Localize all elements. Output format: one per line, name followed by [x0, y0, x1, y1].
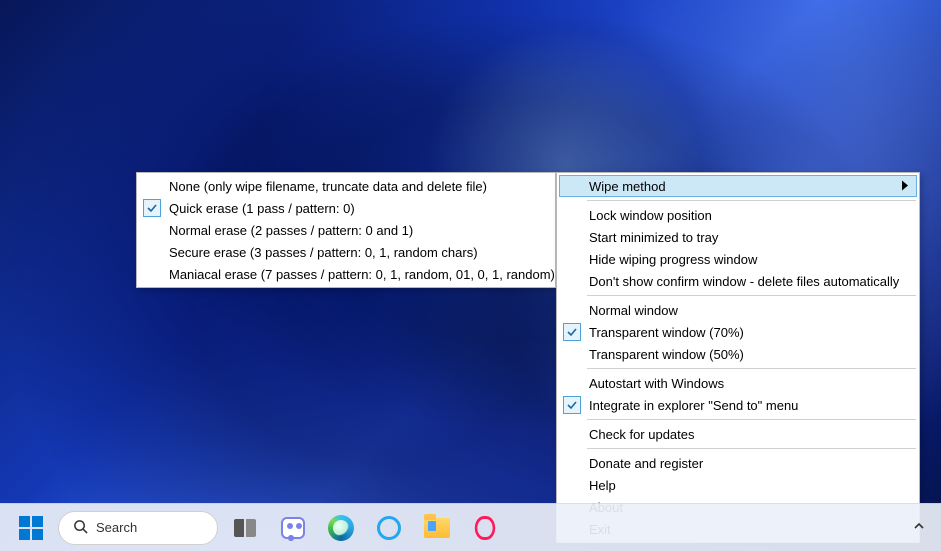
- menu-item-label: Normal erase (2 passes / pattern: 0 and …: [169, 223, 413, 238]
- tray-overflow-button[interactable]: [913, 520, 925, 535]
- wipe-option-quick[interactable]: Quick erase (1 pass / pattern: 0): [139, 197, 553, 219]
- menu-separator: [587, 419, 916, 420]
- checkmark-icon: [563, 323, 581, 341]
- menu-separator: [587, 448, 916, 449]
- menu-item-label: Transparent window (50%): [589, 347, 744, 362]
- menu-separator: [587, 368, 916, 369]
- check-slot: [143, 243, 161, 261]
- cortana-icon: [377, 516, 401, 540]
- menu-separator: [587, 200, 916, 201]
- menu-help[interactable]: Help: [559, 474, 917, 496]
- menu-separator: [587, 295, 916, 296]
- menu-item-label: Wipe method: [589, 179, 666, 194]
- task-view-button[interactable]: [224, 509, 266, 547]
- menu-item-label: Quick erase (1 pass / pattern: 0): [169, 201, 355, 216]
- menu-item-label: Start minimized to tray: [589, 230, 718, 245]
- wipe-option-normal[interactable]: Normal erase (2 passes / pattern: 0 and …: [139, 219, 553, 241]
- check-slot: [143, 265, 161, 283]
- search-icon: [73, 519, 88, 537]
- opera-button[interactable]: [464, 509, 506, 547]
- menu-item-label: Lock window position: [589, 208, 712, 223]
- menu-normal-window[interactable]: Normal window: [559, 299, 917, 321]
- checkmark-icon: [143, 199, 161, 217]
- taskbar: Search: [0, 503, 941, 551]
- menu-item-label: Check for updates: [589, 427, 695, 442]
- menu-item-label: Hide wiping progress window: [589, 252, 757, 267]
- edge-button[interactable]: [320, 509, 362, 547]
- menu-transparent-50[interactable]: Transparent window (50%): [559, 343, 917, 365]
- menu-item-label: None (only wipe filename, truncate data …: [169, 179, 487, 194]
- wipe-method-submenu: None (only wipe filename, truncate data …: [136, 172, 556, 288]
- menu-item-label: Secure erase (3 passes / pattern: 0, 1, …: [169, 245, 478, 260]
- menu-item-label: Maniacal erase (7 passes / pattern: 0, 1…: [169, 267, 555, 282]
- start-button[interactable]: [10, 509, 52, 547]
- menu-item-label: Transparent window (70%): [589, 325, 744, 340]
- wipe-option-maniacal[interactable]: Maniacal erase (7 passes / pattern: 0, 1…: [139, 263, 553, 285]
- menu-item-label: Integrate in explorer "Send to" menu: [589, 398, 798, 413]
- menu-lock-window-position[interactable]: Lock window position: [559, 204, 917, 226]
- menu-no-confirm-window[interactable]: Don't show confirm window - delete files…: [559, 270, 917, 292]
- menu-hide-progress-window[interactable]: Hide wiping progress window: [559, 248, 917, 270]
- menu-integrate-send-to[interactable]: Integrate in explorer "Send to" menu: [559, 394, 917, 416]
- menu-wipe-method[interactable]: Wipe method: [559, 175, 917, 197]
- search-label: Search: [96, 520, 137, 535]
- menu-donate-register[interactable]: Donate and register: [559, 452, 917, 474]
- check-slot: [143, 221, 161, 239]
- cortana-button[interactable]: [368, 509, 410, 547]
- chat-button[interactable]: [272, 509, 314, 547]
- chat-icon: [281, 517, 305, 539]
- system-tray: [913, 520, 931, 535]
- submenu-arrow-icon: [902, 179, 908, 194]
- opera-icon: [475, 516, 495, 540]
- menu-item-label: Donate and register: [589, 456, 703, 471]
- edge-icon: [328, 515, 354, 541]
- menu-item-label: Help: [589, 478, 616, 493]
- menu-autostart-windows[interactable]: Autostart with Windows: [559, 372, 917, 394]
- wipe-option-none[interactable]: None (only wipe filename, truncate data …: [139, 175, 553, 197]
- menu-item-label: Don't show confirm window - delete files…: [589, 274, 899, 289]
- check-slot: [563, 396, 581, 414]
- check-slot: [143, 177, 161, 195]
- menu-transparent-70[interactable]: Transparent window (70%): [559, 321, 917, 343]
- file-explorer-button[interactable]: [416, 509, 458, 547]
- check-slot: [563, 323, 581, 341]
- tray-context-menu: Wipe method Lock window position Start m…: [556, 172, 920, 543]
- taskbar-search[interactable]: Search: [58, 511, 218, 545]
- check-slot: [143, 199, 161, 217]
- menu-check-updates[interactable]: Check for updates: [559, 423, 917, 445]
- menu-item-label: Normal window: [589, 303, 678, 318]
- checkmark-icon: [563, 396, 581, 414]
- folder-icon: [424, 518, 450, 538]
- wipe-option-secure[interactable]: Secure erase (3 passes / pattern: 0, 1, …: [139, 241, 553, 263]
- task-view-icon: [234, 519, 256, 537]
- windows-logo-icon: [19, 516, 43, 540]
- menu-start-minimized[interactable]: Start minimized to tray: [559, 226, 917, 248]
- menu-item-label: Autostart with Windows: [589, 376, 724, 391]
